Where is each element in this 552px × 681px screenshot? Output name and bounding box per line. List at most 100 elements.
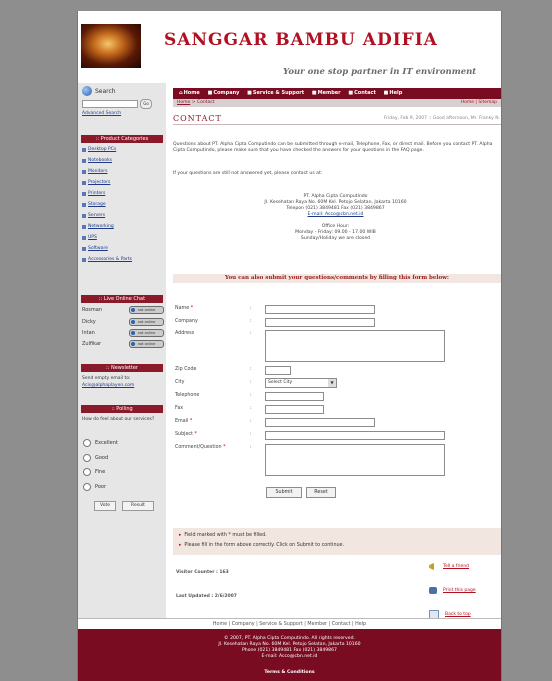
tell-friend-link[interactable]: Tell a friend [429, 563, 469, 570]
category-link[interactable]: Storage [82, 202, 106, 207]
site-footer: © 2007, PT. Alpha Cipta Computindo. All … [78, 629, 501, 681]
company-address: PT. Alpha Cipta Computindo Jl. Kesehatan… [173, 194, 498, 242]
company-label: Company [175, 319, 198, 324]
radio-button[interactable] [83, 439, 91, 447]
globe-icon [82, 86, 92, 96]
nav-contact[interactable]: ■Contact [348, 90, 376, 96]
category-bullet-icon [82, 191, 86, 196]
subject-label: Subject * [175, 432, 197, 437]
breadcrumb-home[interactable]: Home [177, 100, 190, 105]
telephone-field[interactable] [265, 392, 324, 401]
footer-email: E-mail: Acco@cbn.net.id [261, 654, 318, 659]
vote-button[interactable]: Vote [94, 501, 116, 511]
category-link[interactable]: Printers [82, 191, 105, 196]
newsletter-heading: :: Newsletter [81, 364, 163, 372]
newsletter-text: Send empty email to: [82, 376, 131, 381]
chat-row: Intan not online [82, 329, 164, 337]
nav-member[interactable]: ■Member [312, 90, 341, 96]
newsletter-email-link[interactable]: Acis@alphaplayen.com [82, 383, 134, 388]
visitor-counter: Visitor Counter : 163 [176, 570, 229, 575]
print-page-link[interactable]: Print this page [429, 587, 476, 594]
address-textarea[interactable] [265, 330, 445, 362]
search-go-button[interactable]: Go [140, 99, 152, 109]
title-divider [173, 124, 501, 125]
city-label: City [175, 380, 185, 385]
category-link[interactable]: Desktop PCs [82, 147, 116, 152]
chat-status-button[interactable]: not online [129, 306, 164, 314]
category-link[interactable]: Software [82, 246, 108, 251]
breadcrumb: Home > Contact Home | Sitemap [173, 99, 501, 107]
site-brand: SANGGAR BAMBU ADIFIA [164, 30, 438, 50]
poll-option[interactable]: Good [83, 454, 108, 462]
fax-label: Fax [175, 406, 184, 411]
intro-text: Questions about PT. Alpha Cipta Computin… [173, 142, 493, 153]
poll-option[interactable]: Excellent [83, 439, 118, 447]
note-instructions: Please fill in the form above correctly.… [179, 543, 344, 548]
printer-icon [429, 587, 437, 594]
category-link[interactable]: Projectors [82, 180, 110, 185]
category-bullet-icon [82, 257, 86, 262]
categories-heading: :: Product Categories [81, 135, 163, 143]
site-tagline: Your one stop partner in IT environment [283, 67, 477, 77]
category-bullet-icon [82, 224, 86, 229]
chevron-down-icon: ▼ [328, 379, 336, 387]
last-updated: Last Updated : 2/6/2007 [176, 594, 237, 599]
category-bullet-icon [82, 235, 86, 240]
chat-status-button[interactable]: not online [129, 340, 164, 348]
zip-label: Zip Code [175, 367, 197, 372]
nav-service[interactable]: ■Service & Support [247, 90, 304, 96]
radio-button[interactable] [83, 468, 91, 476]
category-link[interactable]: Servers [82, 213, 105, 218]
company-field[interactable] [265, 318, 375, 327]
page-title: CONTACT [173, 114, 222, 123]
city-select[interactable]: Select City ▼ [265, 378, 337, 388]
page-stats: Visitor Counter : 163 Last Updated : 2/6… [173, 559, 501, 619]
site-header: SANGGAR BAMBU ADIFIA Your one stop partn… [78, 11, 501, 83]
breadcrumb-right-links[interactable]: Home | Sitemap [461, 99, 497, 107]
zip-field[interactable] [265, 366, 291, 375]
fax-field[interactable] [265, 405, 324, 414]
poll-option[interactable]: Poor [83, 483, 106, 491]
polling-heading: :: Polling [81, 405, 163, 413]
category-bullet-icon [82, 158, 86, 163]
chat-status-button[interactable]: not online [129, 329, 164, 337]
main-nav: ⌂Home ■Company ■Service & Support ■Membe… [173, 88, 501, 99]
category-bullet-icon [82, 147, 86, 152]
comment-textarea[interactable] [265, 444, 445, 476]
email-field[interactable] [265, 418, 375, 427]
reset-button[interactable]: Reset [306, 487, 336, 498]
advanced-search-link[interactable]: Advanced Search [82, 111, 121, 116]
search-title-label: Search [95, 87, 116, 95]
category-bullet-icon [82, 213, 86, 218]
radio-button[interactable] [83, 483, 91, 491]
intro-text-2: If your questions are still not answered… [173, 171, 323, 176]
chat-row: Zulfikar not online [82, 340, 164, 348]
subject-field[interactable] [265, 431, 445, 440]
nav-help[interactable]: ■Help [384, 90, 403, 96]
submit-button[interactable]: Submit [266, 487, 302, 498]
terms-link[interactable]: Terms & Conditions [78, 670, 501, 676]
radio-button[interactable] [83, 454, 91, 462]
search-input[interactable] [82, 100, 138, 108]
category-link[interactable]: Notebooks [82, 158, 112, 163]
megaphone-icon [429, 563, 434, 570]
category-link[interactable]: Monitors [82, 169, 107, 174]
name-label: Name * [175, 306, 194, 311]
nav-company[interactable]: ■Company [208, 90, 240, 96]
breadcrumb-current: Contact [196, 100, 215, 105]
result-button[interactable]: Result [122, 501, 154, 511]
form-prompt: You can also submit your questions/comme… [173, 274, 501, 283]
note-required: Field marked with * must be filled. [179, 533, 266, 538]
chat-heading: :: Live Online Chat [81, 295, 163, 303]
search-title: Search [82, 86, 116, 96]
poll-option[interactable]: Fine [83, 468, 105, 476]
page: SANGGAR BAMBU ADIFIA Your one stop partn… [77, 11, 502, 681]
name-field[interactable] [265, 305, 375, 314]
category-link[interactable]: Networking [82, 224, 114, 229]
comment-label: Comment/Question * [175, 445, 226, 450]
category-link[interactable]: UPS [82, 235, 97, 240]
nav-home[interactable]: ⌂Home [179, 90, 200, 96]
category-link[interactable]: Accessories & Parts [82, 257, 132, 262]
category-bullet-icon [82, 169, 86, 174]
chat-status-button[interactable]: not online [129, 318, 164, 326]
